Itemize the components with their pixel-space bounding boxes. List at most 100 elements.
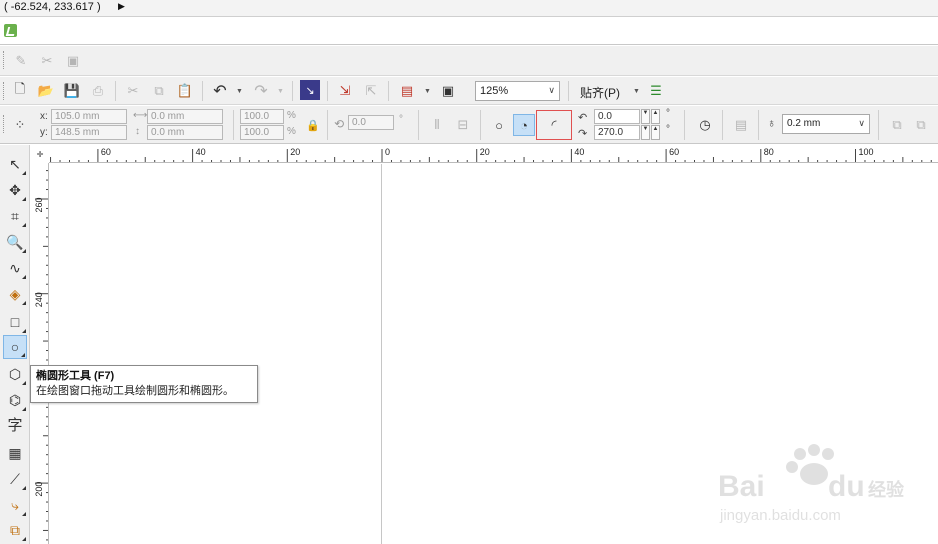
rotation-icon: ⟲: [334, 117, 345, 131]
ellipse-mode-icon[interactable]: ○: [488, 114, 510, 136]
smart-fill-tool-icon[interactable]: ◈: [3, 282, 27, 306]
status-bar: ( -62.524, 233.617 ) ▶: [0, 0, 938, 17]
separator: [233, 110, 234, 140]
snap-dropdown-icon[interactable]: ▼: [633, 88, 640, 95]
drawing-canvas[interactable]: [50, 164, 938, 544]
cursor-coordinates: ( -62.524, 233.617 ): [4, 1, 101, 13]
save-icon[interactable]: 💾: [61, 80, 83, 102]
ellipse-tool-icon[interactable]: ○: [3, 335, 27, 359]
zoom-level-select[interactable]: 125% ∨: [475, 81, 560, 101]
change-direction-icon[interactable]: ◷: [694, 114, 716, 136]
ruler-label: 240: [34, 292, 44, 307]
end-angle-field[interactable]: 270.0: [594, 125, 640, 140]
new-document-icon[interactable]: 🗋: [9, 80, 31, 102]
start-angle-degree: °: [666, 108, 670, 119]
blend-tool-icon[interactable]: ⧉: [3, 518, 27, 542]
rotation-degree: °: [399, 114, 403, 125]
crop-tool-icon[interactable]: ⌗: [3, 204, 27, 228]
to-front-icon[interactable]: ⧉: [886, 114, 908, 136]
tooltip-title: 椭圆形工具 (F7): [36, 370, 115, 382]
export-icon[interactable]: ⇱: [360, 80, 382, 102]
redo-icon[interactable]: ↷: [250, 80, 272, 102]
ruler-label: 200: [34, 482, 44, 497]
start-angle-field[interactable]: 0.0: [594, 109, 640, 124]
print-icon[interactable]: ⎙: [87, 80, 109, 102]
end-angle-down-icon[interactable]: ▼: [641, 125, 650, 140]
search-content-icon[interactable]: ↘: [300, 80, 320, 100]
macro-stop-icon[interactable]: ✂: [36, 50, 58, 72]
toolbar-grip[interactable]: [3, 82, 6, 100]
start-angle-up-icon[interactable]: ▲: [651, 109, 660, 124]
redo-dropdown-icon[interactable]: ▼: [277, 88, 284, 95]
full-screen-preview-icon[interactable]: ▣: [437, 80, 459, 102]
scale-y-field[interactable]: 100.0: [240, 125, 284, 140]
freehand-tool-icon[interactable]: ∿: [3, 256, 27, 280]
undo-icon[interactable]: ↶: [209, 80, 231, 102]
outline-width-value: 0.2 mm: [787, 118, 821, 129]
open-folder-icon[interactable]: 📂: [35, 80, 57, 102]
zoom-tool-icon[interactable]: 🔍: [3, 230, 27, 254]
macro-icon[interactable]: ✎: [10, 50, 32, 72]
ruler-label: 20: [480, 147, 490, 157]
cut-icon[interactable]: ✂: [122, 80, 144, 102]
width-field[interactable]: 0.0 mm: [147, 109, 223, 124]
mirror-horizontal-icon[interactable]: ⫴: [426, 114, 448, 136]
macro-run-icon[interactable]: ▣: [62, 50, 84, 72]
ruler-label: 260: [34, 197, 44, 212]
start-angle-down-icon[interactable]: ▼: [641, 109, 650, 124]
connector-tool-icon[interactable]: ⤷: [3, 493, 27, 517]
paste-icon[interactable]: 📋: [174, 80, 196, 102]
basic-shapes-tool-icon[interactable]: ⌬: [3, 388, 27, 412]
end-angle-up-icon[interactable]: ▲: [651, 125, 660, 140]
toolbar-grip[interactable]: [3, 115, 6, 133]
ruler-label: 20: [290, 147, 300, 157]
toolbar-standard: 🗋 📂 💾 ⎙ ✂ ⧉ 📋 ↶ ▼ ↷ ▼ ↘ ⇲ ⇱ ▤ ▼ ▣ 125% ∨…: [0, 77, 938, 105]
polygon-tool-icon[interactable]: ⬡: [3, 362, 27, 386]
ruler-label: 60: [101, 147, 111, 157]
tooltip-description: 在绘图窗口拖动工具绘制圆形和椭圆形。: [36, 385, 234, 397]
x-position-field[interactable]: 105.0 mm: [51, 109, 127, 124]
undo-dropdown-icon[interactable]: ▼: [236, 88, 243, 95]
publish-pdf-icon[interactable]: ▤: [396, 80, 418, 102]
height-icon: ↕: [135, 126, 140, 137]
shape-tool-icon[interactable]: ✥: [3, 178, 27, 202]
chevron-down-icon: ∨: [858, 118, 865, 128]
snap-to-menu[interactable]: 贴齐(P): [580, 84, 620, 101]
document-strip: [0, 18, 938, 45]
scale-y-percent: %: [287, 126, 296, 137]
y-label: y:: [40, 127, 48, 138]
toolbox: ↖ ✥ ⌗ 🔍 ∿ ◈ □ ○ ⬡ ⌬ 字 ▦ ⟋ ⤷ ⧉: [0, 145, 30, 544]
pick-tool-icon[interactable]: ↖: [3, 152, 27, 176]
ruler-origin-icon[interactable]: ✛: [31, 145, 49, 163]
y-position-field[interactable]: 148.5 mm: [51, 125, 127, 140]
status-expand-icon[interactable]: ▶: [118, 1, 125, 12]
text-tool-icon[interactable]: 字: [3, 412, 27, 436]
table-tool-icon[interactable]: ▦: [3, 441, 27, 465]
publish-dropdown-icon[interactable]: ▼: [424, 88, 431, 95]
separator: [722, 110, 723, 140]
toolbar-grip[interactable]: [3, 51, 6, 69]
ruler-label: 40: [574, 147, 584, 157]
to-back-icon[interactable]: ⧉: [910, 114, 932, 136]
x-label: x:: [40, 111, 48, 122]
horizontal-ruler[interactable]: 60 40 20 0 20 40 60 80 100: [31, 145, 938, 163]
property-bar: ⁘ x: 105.0 mm y: 148.5 mm ⟷ 0.0 mm ↕ 0.0…: [0, 106, 938, 144]
pie-mode-icon[interactable]: ◔: [513, 114, 535, 136]
app-logo-icon: [4, 24, 17, 37]
dimension-tool-icon[interactable]: ⟋: [3, 467, 27, 491]
lock-ratio-icon[interactable]: 🔒: [302, 114, 324, 136]
options-icon[interactable]: ☰: [645, 80, 667, 102]
copy-icon[interactable]: ⧉: [148, 80, 170, 102]
reference-point-icon[interactable]: ⁘: [9, 114, 31, 136]
outline-width-select[interactable]: 0.2 mm ∨: [782, 114, 870, 134]
height-field[interactable]: 0.0 mm: [147, 125, 223, 140]
vertical-ruler[interactable]: 260240220200: [31, 163, 49, 544]
scale-x-percent: %: [287, 110, 296, 121]
wrap-text-icon[interactable]: ▤: [730, 114, 752, 136]
import-icon[interactable]: ⇲: [334, 80, 356, 102]
mirror-vertical-icon[interactable]: ⊟: [452, 114, 474, 136]
rotation-angle-field[interactable]: 0.0: [348, 115, 394, 130]
scale-x-field[interactable]: 100.0: [240, 109, 284, 124]
arc-mode-icon[interactable]: ◜: [536, 110, 572, 140]
rectangle-tool-icon[interactable]: □: [3, 310, 27, 334]
